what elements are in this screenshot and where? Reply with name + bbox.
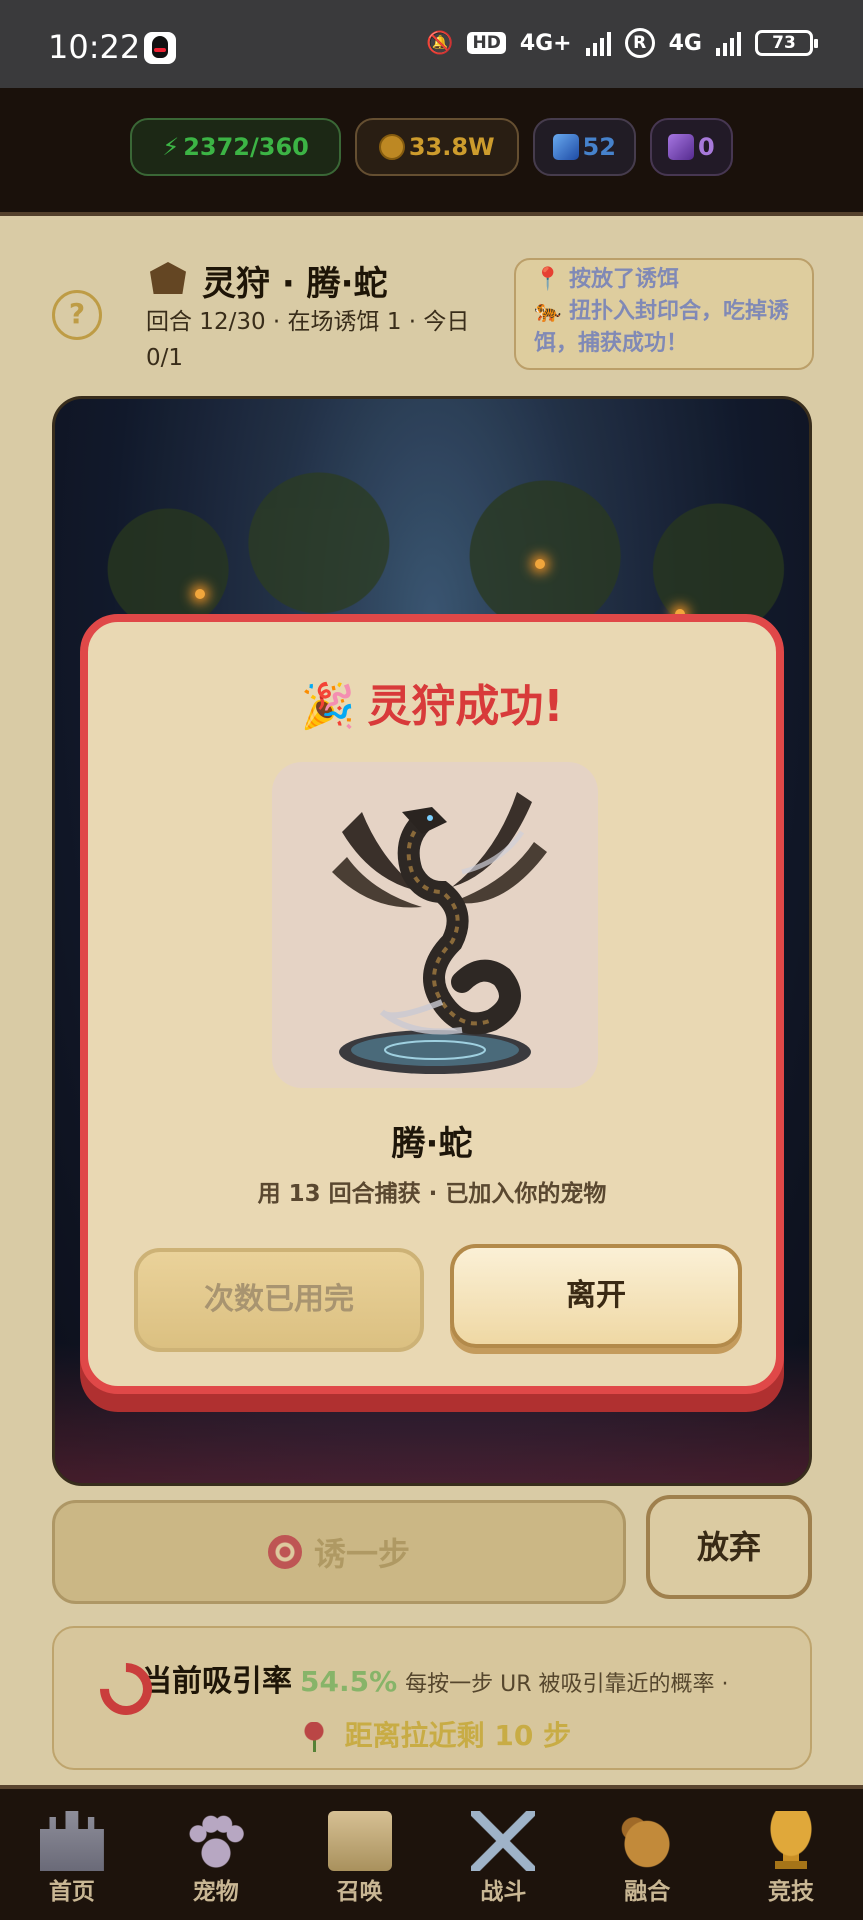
hd-badge: HD xyxy=(467,32,506,54)
battery-icon: 73 xyxy=(755,30,818,56)
nav-item-pets[interactable]: 宠物 xyxy=(144,1789,288,1920)
scroll-icon xyxy=(327,1811,392,1871)
signal-icon-2 xyxy=(716,30,741,56)
pet-name: 腾·蛇 xyxy=(391,1124,473,1164)
nav-label: 首页 xyxy=(48,1879,95,1905)
nav-item-home[interactable]: 首页 xyxy=(0,1789,144,1920)
trophy-icon xyxy=(759,1811,824,1871)
attempts-used-button[interactable]: 次数已用完 xyxy=(134,1248,424,1352)
nav-label: 宠物 xyxy=(192,1879,239,1905)
roaming-icon: R xyxy=(624,28,655,58)
capture-success-modal: 🎉 灵狩成功! 腾·蛇 用 13 回合捕获 · 已加入你的宠物 次数已用完 离开 xyxy=(80,614,784,1394)
nav-label: 融合 xyxy=(624,1879,671,1905)
signal-icon xyxy=(585,30,611,56)
pet-capture-description: 用 13 回合捕获 · 已加入你的宠物 xyxy=(257,1181,607,1207)
castle-icon xyxy=(39,1811,104,1871)
nav-item-battle[interactable]: 战斗 xyxy=(431,1789,575,1920)
nav-item-summon[interactable]: 召唤 xyxy=(288,1789,432,1920)
nav-label: 召唤 xyxy=(336,1879,383,1905)
winged-serpent-image xyxy=(332,792,547,1074)
party-popper-icon: 🎉 xyxy=(300,681,356,732)
swords-icon xyxy=(471,1811,536,1871)
leave-button[interactable]: 离开 xyxy=(450,1244,742,1348)
nav-item-fusion[interactable]: 融合 xyxy=(575,1789,719,1920)
bottom-nav: 首页 宠物 召唤 战斗 融合 竞技 xyxy=(0,1785,863,1920)
modal-title-text: 灵狩成功! xyxy=(367,681,564,732)
paw-icon xyxy=(183,1811,248,1871)
nav-item-arena[interactable]: 竞技 xyxy=(719,1789,863,1920)
status-bar: 10:22 🔕 HD 4G+ R 4G 73 xyxy=(0,0,863,88)
qq-notification-icon xyxy=(144,32,176,64)
dragon-icon xyxy=(615,1811,680,1871)
status-time: 10:22 xyxy=(48,28,141,66)
network-4g-plus-label: 4G+ xyxy=(519,30,572,56)
status-icons: 🔕 HD 4G+ R 4G 73 xyxy=(426,28,818,58)
nav-label: 竞技 xyxy=(768,1879,815,1905)
network-4g-label: 4G xyxy=(668,30,702,56)
pet-portrait xyxy=(272,762,598,1088)
mute-icon: 🔕 xyxy=(426,30,454,56)
modal-title: 🎉 灵狩成功! xyxy=(88,670,776,734)
nav-label: 战斗 xyxy=(480,1879,527,1905)
